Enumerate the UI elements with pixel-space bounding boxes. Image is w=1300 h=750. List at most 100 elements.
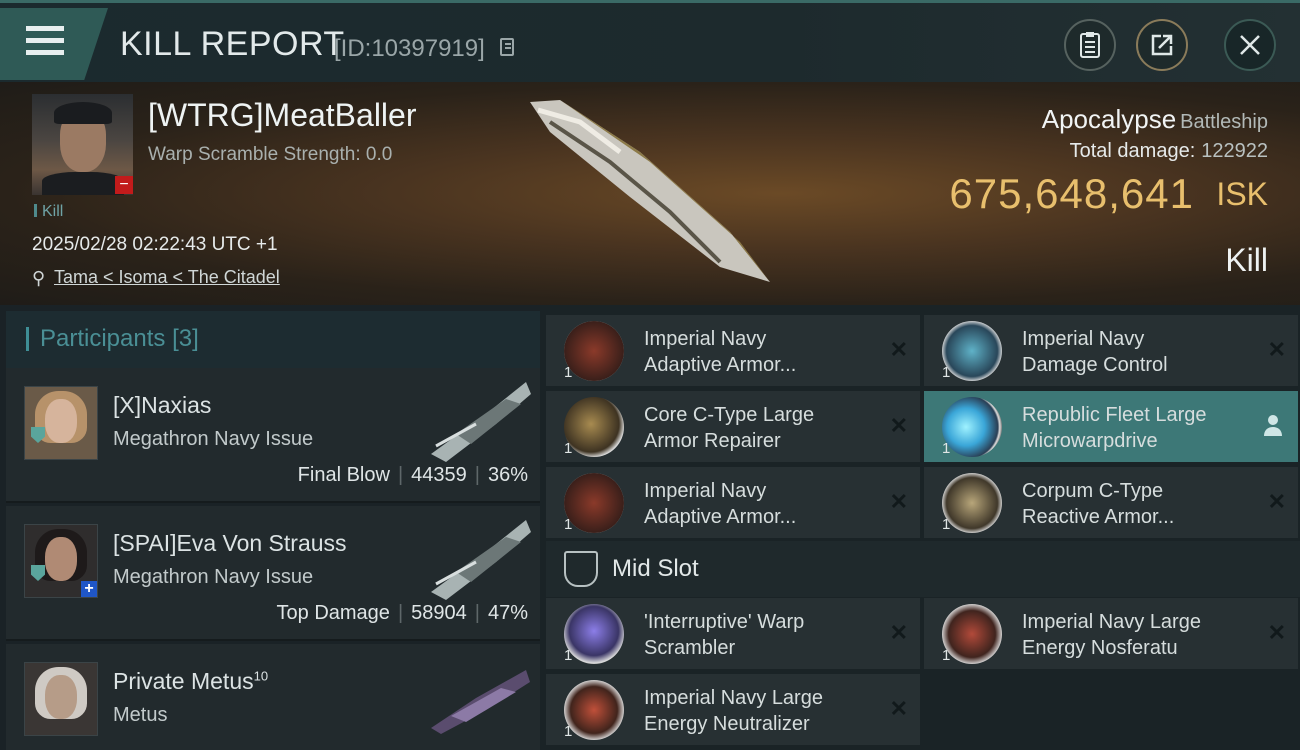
participant-ship-image — [431, 520, 531, 600]
module-name-line2: Energy Nosferatu — [1022, 637, 1178, 659]
module-name-line1: Imperial Navy Large — [1022, 611, 1201, 633]
participant-ship: Megathron Navy Issue — [113, 566, 314, 588]
module-item[interactable]: 1 Imperial Navy Adaptive Armor... ✕ — [546, 315, 920, 386]
module-item[interactable]: 1 Imperial Navy Adaptive Armor... ✕ — [546, 467, 920, 538]
destroyed-x-icon: ✕ — [889, 337, 908, 362]
participant-ship: Megathron Navy Issue — [113, 428, 314, 450]
kill-status: Kill — [1225, 242, 1268, 278]
module-name-line1: Imperial Navy — [1022, 328, 1145, 350]
portrait-face — [45, 399, 77, 443]
menu-icon-bar — [26, 38, 64, 43]
participant-percent: 47% — [487, 602, 528, 624]
portrait-cap — [54, 102, 112, 124]
module-item[interactable]: 1 Corpum C-Type Reactive Armor... ✕ — [924, 467, 1298, 538]
isk-value: 675,648,641 — [949, 170, 1194, 217]
participant-name-text: Private Metus — [113, 668, 254, 694]
portrait-face — [45, 675, 77, 719]
module-name-line1: Imperial Navy — [644, 480, 767, 502]
module-name-line2: Microwarpdrive — [1022, 430, 1158, 452]
participant-damage: 58904 — [411, 602, 467, 624]
participant-role: Final Blow — [297, 464, 390, 486]
module-name-line1: Imperial Navy Large — [644, 687, 823, 709]
module-item[interactable]: 1 Imperial Navy Large Energy Neutralizer … — [546, 674, 920, 745]
portrait-face — [45, 537, 77, 581]
close-button[interactable] — [1224, 19, 1276, 71]
participant-stats: Final Blow | 44359 | 36% — [298, 464, 528, 487]
separator: | — [474, 464, 480, 486]
damage-control-icon — [942, 321, 1002, 381]
copy-icon[interactable] — [500, 38, 514, 56]
participant-card[interactable]: + [SPAI]Eva Von Strauss Megathron Navy I… — [6, 506, 540, 641]
participant-name[interactable]: [SPAI]Eva Von Strauss — [113, 530, 347, 557]
clipboard-button[interactable] — [1064, 19, 1116, 71]
module-quantity: 1 — [564, 723, 573, 740]
clipboard-icon — [1080, 32, 1100, 58]
module-name-line2: Scrambler — [644, 637, 736, 659]
mid-slot-title: Mid Slot — [612, 555, 699, 582]
destroyed-x-icon: ✕ — [889, 696, 908, 721]
module-name-line2: Damage Control — [1022, 354, 1168, 376]
kill-location-link[interactable]: Tama < Isoma < The Citadel — [54, 267, 280, 288]
energy-nosferatu-icon — [942, 604, 1002, 664]
module-name-line2: Reactive Armor... — [1022, 506, 1175, 528]
adaptive-armor-icon — [564, 473, 624, 533]
menu-icon — [26, 26, 64, 31]
person-icon — [1264, 415, 1282, 436]
module-item[interactable]: 1 'Interruptive' Warp Scrambler ✕ — [546, 598, 920, 669]
participant-portrait[interactable] — [24, 662, 98, 736]
participant-role: Top Damage — [276, 602, 390, 624]
participant-ship-image — [431, 382, 531, 462]
participants-header: Participants [3] — [6, 311, 540, 369]
separator: | — [397, 464, 404, 486]
participant-card[interactable]: Private Metus10 Metus — [6, 644, 540, 750]
module-name-line1: 'Interruptive' Warp — [644, 611, 805, 633]
module-quantity: 1 — [564, 364, 573, 381]
destroyed-x-icon: ✕ — [889, 489, 908, 514]
participant-level: 10 — [253, 668, 269, 684]
module-item[interactable]: 1 Core C-Type Large Armor Repairer ✕ — [546, 391, 920, 462]
menu-button[interactable] — [0, 8, 108, 80]
share-button[interactable] — [1136, 19, 1188, 71]
total-damage: Total damage: 122922 — [1070, 140, 1268, 163]
victim-ship-image — [530, 100, 770, 282]
total-damage-value: 122922 — [1201, 140, 1268, 162]
ship-name-text: Apocalypse — [1041, 104, 1177, 134]
module-name: Imperial Navy Large Energy Nosferatu — [1022, 609, 1201, 661]
module-name: 'Interruptive' Warp Scrambler — [644, 609, 804, 661]
participant-name[interactable]: [X]Naxias — [113, 392, 211, 419]
module-item[interactable]: 1 Imperial Navy Damage Control ✕ — [924, 315, 1298, 386]
module-name-line2: Adaptive Armor... — [644, 354, 797, 376]
module-name-line2: Adaptive Armor... — [644, 506, 797, 528]
module-name: Imperial Navy Damage Control — [1022, 326, 1168, 378]
module-name-line1: Core C-Type Large — [644, 404, 815, 426]
module-name: Imperial Navy Adaptive Armor... — [644, 478, 796, 530]
module-item[interactable]: 1 Imperial Navy Large Energy Nosferatu ✕ — [924, 598, 1298, 669]
participants-panel: Participants [3] [X]Naxias Megathron Nav… — [0, 305, 540, 750]
menu-icon-bar — [26, 50, 64, 55]
mid-slot-icon — [564, 551, 598, 587]
module-quantity: 1 — [564, 647, 573, 664]
participants-title: Participants [3] — [40, 325, 199, 353]
module-item-dropped[interactable]: 1 Republic Fleet Large Microwarpdrive — [924, 391, 1298, 462]
separator: | — [474, 602, 480, 624]
header-accent — [26, 327, 29, 351]
report-id: [ID:10397919] — [334, 35, 485, 62]
participant-portrait[interactable]: + — [24, 524, 98, 598]
participant-card[interactable]: [X]Naxias Megathron Navy Issue Final Blo… — [6, 368, 540, 503]
separator: | — [397, 602, 404, 624]
total-damage-label: Total damage: — [1069, 140, 1196, 162]
participant-name[interactable]: Private Metus10 — [113, 668, 268, 695]
plus-icon: + — [81, 581, 97, 597]
module-name: Imperial Navy Large Energy Neutralizer — [644, 685, 823, 737]
participant-ship: Metus — [113, 704, 168, 726]
victim-ship-name[interactable]: Apocalypse Battleship — [1042, 104, 1268, 135]
module-name-line1: Corpum C-Type — [1022, 480, 1164, 502]
victim-name[interactable]: [WTRG]MeatBaller — [148, 97, 416, 134]
share-icon — [1151, 34, 1173, 56]
participant-percent: 36% — [487, 464, 528, 486]
module-name: Core C-Type Large Armor Repairer — [644, 402, 814, 454]
energy-neutralizer-icon — [564, 680, 624, 740]
warp-scrambler-icon — [564, 604, 624, 664]
participant-ship-image — [431, 670, 530, 734]
participant-portrait[interactable] — [24, 386, 98, 460]
